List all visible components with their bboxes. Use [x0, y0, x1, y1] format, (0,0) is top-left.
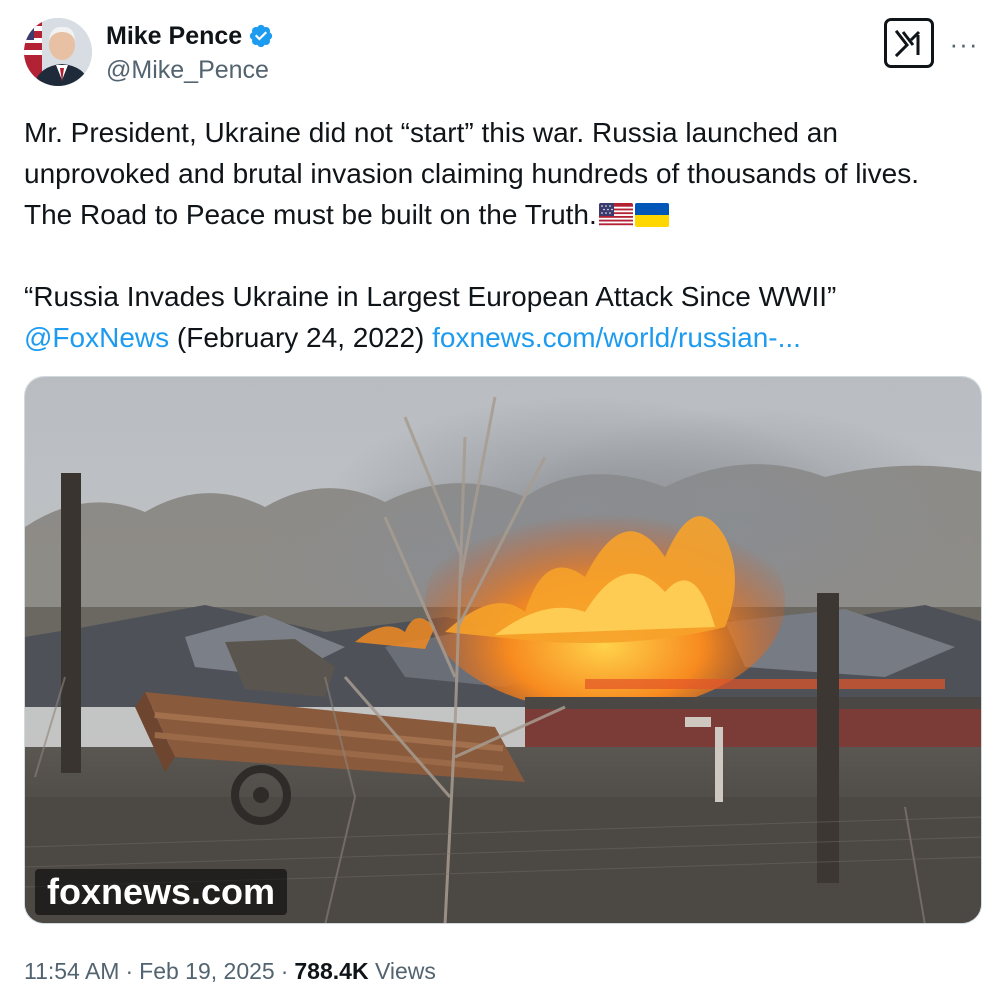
author-name[interactable]: Mike Pence	[106, 20, 242, 52]
flag-us-icon	[598, 203, 633, 227]
media-image[interactable]: foxnews.com	[24, 376, 982, 924]
quote-headline: “Russia Invades Ukraine in Largest Europ…	[24, 281, 837, 312]
tweet-line-3: The Road to Peace must be built on the T…	[24, 194, 984, 235]
meta-separator: ·	[125, 958, 134, 984]
author-name-row[interactable]: Mike Pence	[106, 20, 274, 52]
mention-foxnews[interactable]: @FoxNews	[24, 322, 169, 353]
avatar[interactable]	[24, 18, 92, 86]
views-count[interactable]: 788.4K	[294, 958, 368, 984]
tweet-line-3-text: The Road to Peace must be built on the T…	[24, 199, 597, 230]
tweet-line-1: Mr. President, Ukraine did not “start” t…	[24, 117, 838, 148]
tweet-time[interactable]: 11:54 AM	[24, 958, 119, 984]
more-options-button[interactable]: ···	[944, 24, 984, 64]
flag-ukraine-icon	[634, 203, 669, 227]
tweet-text: Mr. President, Ukraine did not “start” t…	[24, 112, 984, 358]
source-date: (February 24, 2022)	[169, 322, 433, 353]
views-label: Views	[374, 958, 436, 984]
source-line: @FoxNews (February 24, 2022) foxnews.com…	[24, 317, 984, 358]
more-dots-icon: ···	[949, 28, 979, 59]
xai-grok-icon	[894, 29, 921, 57]
grok-button[interactable]	[884, 18, 934, 68]
meta-separator-2: ·	[280, 958, 289, 984]
tweet-card: Mike Pence @Mike_Pence ··· Mr. President…	[0, 0, 1000, 995]
verified-badge-icon	[248, 23, 274, 49]
author-handle[interactable]: @Mike_Pence	[106, 54, 269, 86]
media-watermark: foxnews.com	[35, 869, 288, 915]
tweet-date[interactable]: Feb 19, 2025	[139, 958, 275, 984]
tweet-line-2: unprovoked and brutal invasion claiming …	[24, 158, 920, 189]
tweet-meta: 11:54 AM · Feb 19, 2025 · 788.4K Views	[24, 955, 436, 987]
burning-building-photo	[25, 377, 981, 923]
article-link[interactable]: foxnews.com/world/russian-...	[432, 322, 801, 353]
